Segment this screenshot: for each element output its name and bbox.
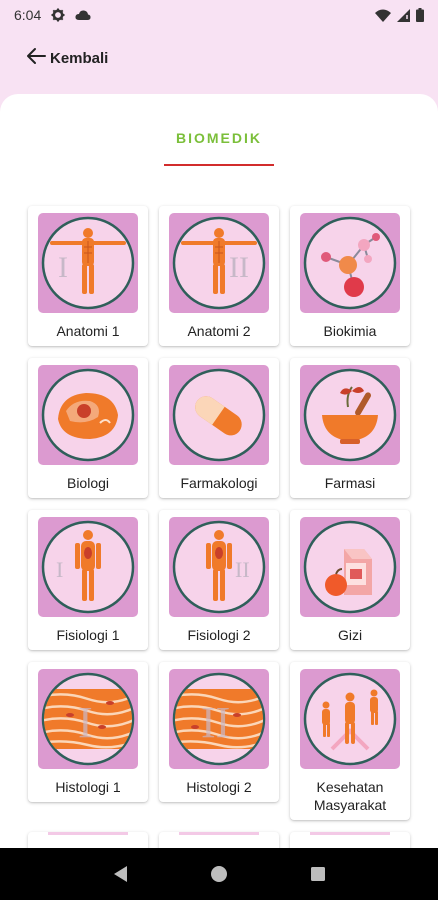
- signal-icon: [397, 8, 410, 22]
- subject-card-histologi-1[interactable]: I Histologi 1: [28, 662, 148, 802]
- back-nav-icon[interactable]: [100, 854, 140, 894]
- svg-text:II: II: [201, 698, 230, 747]
- subject-card-fisiologi-2[interactable]: II Fisiologi 2: [159, 510, 279, 650]
- cloud-icon: [75, 9, 91, 21]
- subject-card-kesehatan-masyarakat[interactable]: Kesehatan Masyarakat: [290, 662, 410, 820]
- subject-card-anatomi-2[interactable]: II Anatomi 2: [159, 206, 279, 346]
- subject-label: Fisiologi 1: [56, 627, 120, 643]
- subject-card-gizi[interactable]: Gizi: [290, 510, 410, 650]
- home-nav-icon[interactable]: [199, 854, 239, 894]
- subject-label: Histologi 2: [186, 779, 252, 795]
- battery-icon: [416, 8, 424, 22]
- cell-icon: [38, 365, 138, 465]
- subject-label: Anatomi 1: [56, 323, 120, 339]
- milk-apple-icon: [300, 517, 400, 617]
- svg-text:I: I: [78, 698, 93, 747]
- physiology-body-icon: I: [38, 517, 138, 617]
- content-sheet: BIOMEDIK I Anatomi 1 II Anatomi 2 Biokim…: [0, 94, 438, 854]
- svg-text:I: I: [58, 251, 68, 284]
- people-group-icon: [300, 669, 400, 769]
- subject-label: Histologi 1: [55, 779, 121, 795]
- molecule-icon: [300, 213, 400, 313]
- tissue-fibers-icon: I: [38, 669, 138, 769]
- subject-card-farmasi[interactable]: Farmasi: [290, 358, 410, 498]
- gear-icon: [51, 8, 65, 22]
- capsule-icon: [169, 365, 269, 465]
- subject-card-biokimia[interactable]: Biokimia: [290, 206, 410, 346]
- subject-card-histologi-2[interactable]: II Histologi 2: [159, 662, 279, 802]
- status-bar: 6:04: [0, 0, 438, 30]
- subject-label: Fisiologi 2: [187, 627, 251, 643]
- arrow-left-icon: [26, 47, 46, 70]
- subject-label: Farmasi: [324, 475, 376, 491]
- svg-text:II: II: [235, 557, 250, 582]
- wifi-icon: [375, 9, 391, 22]
- anatomy-body-icon: I: [38, 213, 138, 313]
- tab-label: BIOMEDIK: [176, 130, 262, 146]
- tab-biomedik[interactable]: BIOMEDIK: [0, 94, 438, 174]
- subject-label: Gizi: [337, 627, 363, 643]
- subject-label: Biokimia: [323, 323, 377, 339]
- app-bar: Kembali: [0, 38, 438, 78]
- mortar-pestle-icon: [300, 365, 400, 465]
- subject-label: Anatomi 2: [187, 323, 251, 339]
- subject-card-farmakologi[interactable]: Farmakologi: [159, 358, 279, 498]
- recents-nav-icon[interactable]: [298, 854, 338, 894]
- subject-card-anatomi-1[interactable]: I Anatomi 1: [28, 206, 148, 346]
- back-button[interactable]: Kembali: [26, 47, 108, 70]
- subject-label: Kesehatan Masyarakat: [313, 779, 387, 813]
- status-time: 6:04: [14, 7, 42, 23]
- tissue-fibers-icon: II: [169, 669, 269, 769]
- subject-grid: I Anatomi 1 II Anatomi 2 Biokimia Biolog…: [28, 206, 412, 820]
- subject-card-biologi[interactable]: Biologi: [28, 358, 148, 498]
- svg-text:I: I: [56, 557, 63, 582]
- svg-text:II: II: [229, 251, 249, 284]
- tab-indicator: [164, 164, 274, 166]
- system-nav-bar: [0, 848, 438, 900]
- anatomy-body-icon: II: [169, 213, 269, 313]
- subject-label: Biologi: [66, 475, 110, 491]
- subject-label: Farmakologi: [180, 475, 258, 491]
- physiology-body-icon: II: [169, 517, 269, 617]
- back-label: Kembali: [50, 49, 109, 67]
- subject-card-fisiologi-1[interactable]: I Fisiologi 1: [28, 510, 148, 650]
